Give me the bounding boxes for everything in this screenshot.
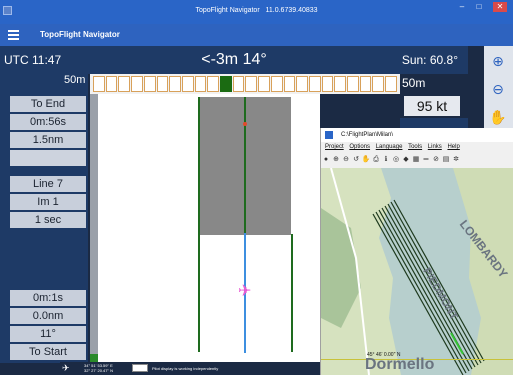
window-titlebar: TopoFlight Navigator 11.0.6739.40833 – □… bbox=[0, 0, 513, 24]
globe-icon[interactable]: ● bbox=[321, 156, 331, 163]
target-icon[interactable]: ◎ bbox=[391, 155, 401, 163]
aircraft-icon: ✈ bbox=[238, 283, 252, 300]
flight-plan-menu: Project Options Language Tools Links Hel… bbox=[321, 144, 513, 154]
ruler-icon[interactable]: ═ bbox=[421, 156, 431, 163]
zoom-in-icon[interactable]: ⊕ bbox=[487, 50, 509, 72]
menu-language[interactable]: Language bbox=[376, 144, 403, 150]
settings-icon[interactable]: ✲ bbox=[451, 155, 461, 163]
track-cell bbox=[93, 76, 105, 92]
link-icon[interactable]: ⊘ bbox=[431, 155, 441, 163]
approach-angle: 11° bbox=[10, 326, 86, 342]
layer-icon[interactable]: ◆ bbox=[401, 155, 411, 163]
window-title: TopoFlight Navigator 11.0.6739.40833 bbox=[195, 7, 318, 14]
track-cell bbox=[283, 76, 296, 92]
menu-project[interactable]: Project bbox=[325, 144, 344, 150]
track-cell bbox=[169, 76, 181, 92]
minimize-button[interactable]: – bbox=[455, 2, 469, 12]
track-cell bbox=[143, 76, 156, 92]
scale-right: 50m bbox=[402, 76, 426, 90]
app-name: TopoFlight Navigator bbox=[40, 30, 120, 39]
flight-plan-window: C:\FlightPlan\Milan\ Project Options Lan… bbox=[320, 128, 513, 375]
track-cell bbox=[245, 76, 258, 92]
track-cell bbox=[118, 76, 131, 92]
topoflight-window: TopoFlight Navigator 11.0.6739.40833 – □… bbox=[0, 0, 513, 375]
scale-left: 50m bbox=[64, 74, 86, 86]
cross-track-indicator bbox=[90, 74, 400, 94]
ground-speed: 95 kt bbox=[404, 96, 460, 116]
sun-elevation: Sun: 60.8° bbox=[401, 53, 458, 67]
track-cell-active bbox=[220, 76, 232, 92]
track-cell bbox=[321, 76, 334, 92]
distance-to-end: 1.5nm bbox=[10, 132, 86, 148]
track-cell bbox=[258, 76, 270, 92]
line-boundary-right bbox=[291, 234, 293, 352]
trigger-interval: 1 sec bbox=[10, 212, 86, 228]
airplane-icon: ✈ bbox=[62, 363, 70, 373]
zoom-out-tool-icon[interactable]: ⊖ bbox=[341, 155, 351, 163]
view-corner-marker bbox=[90, 354, 98, 362]
to-end-label: To End bbox=[10, 96, 86, 112]
maximize-button[interactable]: □ bbox=[472, 2, 486, 12]
menu-options[interactable]: Options bbox=[349, 144, 370, 150]
hamburger-menu-icon[interactable] bbox=[8, 30, 19, 40]
blank-field bbox=[10, 150, 86, 166]
track-cell bbox=[385, 76, 397, 92]
left-info-panel: To End 0m:56s 1.5nm Line 7 Im 1 1 sec 0m… bbox=[0, 74, 88, 363]
track-cell bbox=[359, 76, 372, 92]
status-message: Pilot display is working independently bbox=[152, 366, 219, 371]
menu-tools[interactable]: Tools bbox=[408, 144, 422, 150]
map-canvas bbox=[321, 168, 513, 375]
close-button[interactable]: ✕ bbox=[493, 2, 507, 12]
deviation-readout: <-3m 14° bbox=[201, 51, 267, 68]
track-cell bbox=[372, 76, 385, 92]
status-header: UTC 11:47 <-3m 14° Sun: 60.8° bbox=[0, 46, 468, 74]
distance-to-start: 0.0nm bbox=[10, 308, 86, 324]
flight-plan-map[interactable]: 45° 46' 0.00'' N LOMBARDY PIEDMONT Dorme… bbox=[321, 168, 513, 375]
track-cell bbox=[232, 76, 245, 92]
info-icon[interactable]: ℹ bbox=[381, 155, 391, 163]
time-to-end: 0m:56s bbox=[10, 114, 86, 130]
chart-icon[interactable]: ▤ bbox=[441, 155, 451, 163]
line-number: Line 7 bbox=[10, 176, 86, 192]
app-menu-bar: TopoFlight Navigator bbox=[0, 24, 513, 46]
hand-tool-icon[interactable]: ✋ bbox=[361, 155, 371, 163]
pan-hand-icon[interactable]: ✋ bbox=[487, 106, 509, 128]
menu-links[interactable]: Links bbox=[428, 144, 442, 150]
print-icon[interactable]: ⎙ bbox=[371, 156, 381, 164]
time-to-start: 0m:1s bbox=[10, 290, 86, 306]
flight-plan-toolbar: ● ⊕ ⊖ ↺ ✋ ⎙ ℹ ◎ ◆ ▦ ═ ⊘ ▤ ✲ bbox=[321, 155, 513, 167]
track-cell bbox=[131, 76, 143, 92]
status-bar: ✈ 34° 51' 53.59'' E 32° 27' 20.47'' N Pi… bbox=[60, 362, 322, 375]
track-cell bbox=[194, 76, 207, 92]
image-number: Im 1 bbox=[10, 194, 86, 210]
view-scrollbar[interactable] bbox=[90, 94, 98, 362]
track-cell bbox=[347, 76, 359, 92]
track-cell bbox=[296, 76, 308, 92]
flight-line-covered bbox=[244, 97, 246, 233]
menu-help[interactable]: Help bbox=[447, 144, 459, 150]
track-cell bbox=[334, 76, 347, 92]
flight-line-view[interactable]: ✈ bbox=[90, 94, 320, 362]
flight-plan-path: C:\FlightPlan\Milan\ bbox=[341, 132, 394, 138]
line-start-marker bbox=[243, 122, 247, 126]
track-cell bbox=[105, 76, 118, 92]
flight-plan-titlebar: C:\FlightPlan\Milan\ bbox=[321, 128, 513, 142]
track-cell bbox=[207, 76, 220, 92]
track-cell bbox=[181, 76, 194, 92]
green-grid-icon[interactable]: ▦ bbox=[411, 155, 421, 163]
track-cell bbox=[308, 76, 321, 92]
display-mode-swatch bbox=[132, 364, 148, 372]
rotate-icon[interactable]: ↺ bbox=[351, 155, 361, 163]
flight-plan-app-icon bbox=[325, 131, 333, 139]
map-label-dormello: Dormello bbox=[365, 356, 435, 373]
zoom-out-icon[interactable]: ⊖ bbox=[487, 78, 509, 100]
track-cell bbox=[156, 76, 169, 92]
zoom-in-tool-icon[interactable]: ⊕ bbox=[331, 155, 341, 163]
track-cell bbox=[270, 76, 283, 92]
line-boundary-left bbox=[198, 97, 200, 352]
to-start-label: To Start bbox=[10, 344, 86, 360]
position-coordinates: 34° 51' 53.59'' E 32° 27' 20.47'' N bbox=[84, 363, 114, 373]
